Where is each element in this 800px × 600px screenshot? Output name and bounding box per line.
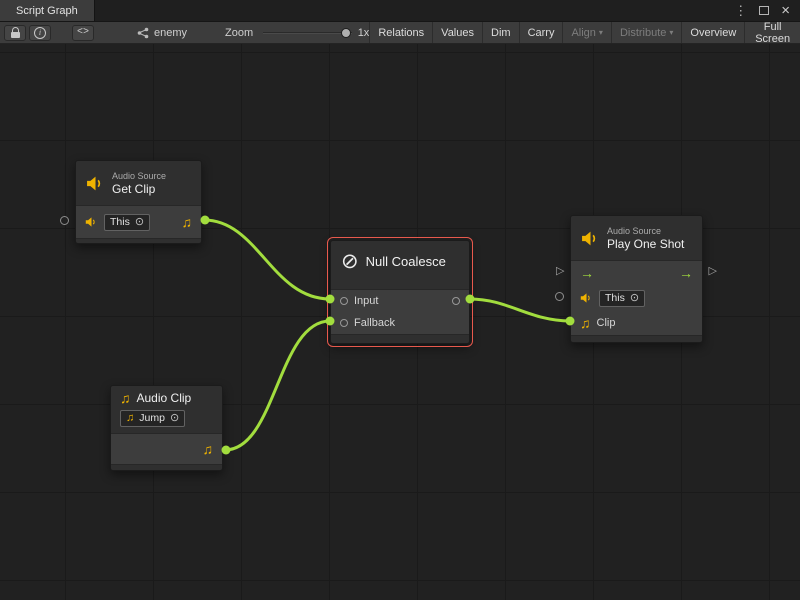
full-screen-label: Full Screen xyxy=(753,21,792,45)
dim-button[interactable]: Dim xyxy=(482,22,519,43)
this-target-field[interactable]: This ⊙ xyxy=(104,214,150,231)
relations-button[interactable]: Relations xyxy=(369,22,432,43)
distribute-button[interactable]: Distribute▾ xyxy=(611,22,681,43)
flow-input-triangle-icon[interactable]: ▷ xyxy=(556,266,564,277)
code-icon: <> xyxy=(77,27,89,38)
node-title: Get Clip xyxy=(112,182,166,196)
align-label: Align xyxy=(571,27,595,39)
fallback-port[interactable] xyxy=(340,319,348,327)
node-audio-clip-ports: ♫ xyxy=(111,433,222,465)
graph-name-label: enemy xyxy=(154,27,187,39)
node-get-clip[interactable]: Audio Source Get Clip This ⊙ ♫ xyxy=(75,160,202,244)
window-maximize-icon[interactable] xyxy=(759,6,769,15)
relations-label: Relations xyxy=(378,27,424,39)
node-null-coalesce[interactable]: ⊘ Null Coalesce Input Fallback xyxy=(330,240,470,344)
chevron-down-icon: ▾ xyxy=(669,29,673,37)
object-picker-icon[interactable]: ⊙ xyxy=(170,413,179,424)
clip-port-label: Clip xyxy=(597,317,616,329)
graph-asset-icon xyxy=(137,27,149,39)
audio-clip-value: Jump xyxy=(139,412,165,425)
audio-clip-output-icon: ♫ xyxy=(182,215,193,229)
align-button[interactable]: Align ▾ xyxy=(562,22,610,43)
toolbar-buttons: Relations Values Dim Carry Align ▾ Distri… xyxy=(369,22,800,43)
lock-icon xyxy=(11,27,20,38)
music-note-icon: ♫ xyxy=(126,413,134,424)
fallback-port-label: Fallback xyxy=(354,317,395,329)
null-coalesce-icon: ⊘ xyxy=(341,251,359,272)
values-button[interactable]: Values xyxy=(432,22,482,43)
flow-output-icon[interactable]: → xyxy=(679,266,693,280)
audio-source-icon xyxy=(86,176,105,191)
carry-label: Carry xyxy=(528,27,555,39)
audio-clip-icon: ♫ xyxy=(120,391,131,405)
zoom-slider-handle[interactable] xyxy=(341,28,351,38)
lock-button[interactable] xyxy=(4,25,26,41)
clip-input-icon: ♫ xyxy=(580,316,591,330)
result-output-port[interactable] xyxy=(452,297,460,305)
overview-button[interactable]: Overview xyxy=(681,22,744,43)
chevron-down-icon: ▾ xyxy=(599,29,603,37)
graph-reference[interactable]: enemy xyxy=(137,27,187,39)
full-screen-button[interactable]: Full Screen xyxy=(744,22,800,43)
dim-label: Dim xyxy=(491,27,511,39)
this-input-port[interactable] xyxy=(60,216,69,225)
zoom-label: Zoom xyxy=(225,27,253,39)
target-picker-icon[interactable]: ⊙ xyxy=(135,217,144,228)
this-target-field[interactable]: This ⊙ xyxy=(599,290,645,307)
info-button[interactable]: i xyxy=(29,25,51,41)
speaker-icon xyxy=(85,217,98,227)
zoom-slider-track xyxy=(263,32,352,34)
node-get-clip-ports: This ⊙ ♫ xyxy=(76,205,201,239)
values-label: Values xyxy=(441,27,474,39)
window-controls: ⋮ × xyxy=(734,0,800,21)
node-title: Audio Clip xyxy=(137,391,192,405)
window-close-icon[interactable]: × xyxy=(781,3,790,18)
node-play-one-shot-ports: → → This ⊙ ♫ Clip xyxy=(571,260,702,336)
carry-button[interactable]: Carry xyxy=(519,22,563,43)
wire-getclip-to-input xyxy=(204,220,330,299)
info-icon: i xyxy=(34,27,46,39)
node-play-one-shot-header: Audio Source Play One Shot xyxy=(571,216,702,260)
code-view-button[interactable]: <> xyxy=(72,25,94,41)
node-audio-clip[interactable]: ♫ Audio Clip ♫ Jump ⊙ ♫ xyxy=(110,385,223,471)
node-audio-clip-header: ♫ Audio Clip ♫ Jump ⊙ xyxy=(111,386,222,433)
target-picker-icon[interactable]: ⊙ xyxy=(630,293,639,304)
node-play-one-shot[interactable]: Audio Source Play One Shot → → This xyxy=(570,215,703,343)
overview-label: Overview xyxy=(690,27,736,39)
flow-input-icon[interactable]: → xyxy=(580,266,594,280)
node-null-coalesce-header: ⊘ Null Coalesce xyxy=(331,241,469,281)
audio-clip-output-icon: ♫ xyxy=(203,442,214,456)
node-category: Audio Source xyxy=(112,171,166,182)
audio-source-icon xyxy=(581,231,600,246)
graph-toolbar: i <> enemy Zoom 1x Relations Values Dim … xyxy=(0,22,800,44)
tab-label: Script Graph xyxy=(16,5,78,17)
tab-bar: Script Graph ⋮ × xyxy=(0,0,800,22)
wire-result-to-clip xyxy=(470,299,570,321)
audio-clip-value-field[interactable]: ♫ Jump ⊙ xyxy=(120,410,185,427)
graph-canvas[interactable]: Audio Source Get Clip This ⊙ ♫ xyxy=(0,44,800,600)
node-get-clip-header: Audio Source Get Clip xyxy=(76,161,201,205)
script-graph-window: Script Graph ⋮ × i <> enemy Zoom xyxy=(0,0,800,600)
wire-audioclip-to-fallback xyxy=(225,321,330,450)
node-title: Null Coalesce xyxy=(366,254,446,269)
this-value: This xyxy=(605,292,625,305)
distribute-label: Distribute xyxy=(620,27,666,39)
zoom-slider[interactable] xyxy=(263,26,352,40)
window-menu-icon[interactable]: ⋮ xyxy=(734,4,747,17)
speaker-icon xyxy=(580,293,593,303)
input-port[interactable] xyxy=(340,297,348,305)
this-input-port[interactable] xyxy=(555,292,564,301)
node-title: Play One Shot xyxy=(607,237,684,251)
input-port-label: Input xyxy=(354,295,378,307)
node-null-coalesce-ports: Input Fallback xyxy=(331,289,469,335)
node-category: Audio Source xyxy=(607,226,684,237)
flow-output-triangle-icon[interactable]: ▷ xyxy=(709,266,717,277)
zoom-value: 1x xyxy=(358,27,370,39)
this-value: This xyxy=(110,216,130,229)
tab-script-graph[interactable]: Script Graph xyxy=(0,0,95,21)
